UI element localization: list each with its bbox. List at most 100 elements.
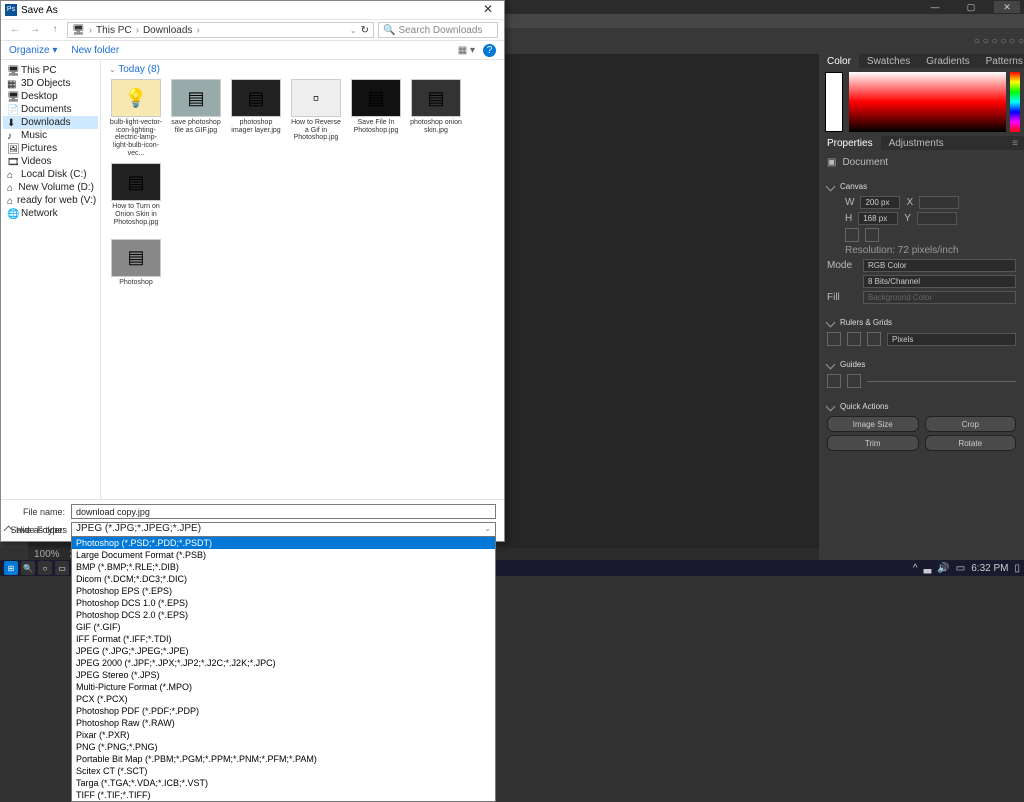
- tab-color[interactable]: Color: [819, 54, 859, 68]
- search-input[interactable]: 🔍Search Downloads: [378, 22, 498, 38]
- image-size-button[interactable]: Image Size: [827, 416, 919, 432]
- file-thumbnail[interactable]: 💡bulb-light-vector-icon-lighting-electri…: [109, 79, 163, 157]
- tray-network-icon[interactable]: ▃: [924, 563, 932, 574]
- file-group-header[interactable]: ⌄ Today (8): [109, 64, 496, 75]
- zoom-level[interactable]: 100%: [34, 549, 60, 560]
- taskbar-app-icon[interactable]: ⊞: [4, 561, 18, 575]
- type-option[interactable]: Photoshop EPS (*.EPS): [72, 585, 495, 597]
- bit-depth-select[interactable]: 8 Bits/Channel: [863, 275, 1016, 288]
- dialog-close-button[interactable]: ✕: [476, 2, 500, 18]
- type-option[interactable]: Portable Bit Map (*.PBM;*.PGM;*.PPM;*.PN…: [72, 753, 495, 765]
- guide-icon[interactable]: [847, 374, 861, 388]
- guides-section-header[interactable]: Guides: [827, 357, 1016, 371]
- tree-item[interactable]: 📄Documents: [3, 103, 98, 116]
- taskbar-app-icon[interactable]: ▭: [55, 561, 69, 575]
- type-option[interactable]: PNG (*.PNG;*.PNG): [72, 741, 495, 753]
- orientation-landscape-icon[interactable]: [865, 228, 879, 242]
- tree-item[interactable]: 🎞Videos: [3, 155, 98, 168]
- taskbar-app-icon[interactable]: 🔍: [21, 561, 35, 575]
- file-thumbnail[interactable]: ▤photoshop imager layer.jpg: [229, 79, 283, 157]
- file-thumbnail[interactable]: ▤Photoshop: [109, 239, 163, 287]
- grid-icon[interactable]: [847, 332, 861, 346]
- system-tray[interactable]: ^ ▃ 🔊 ▭ 6:32 PM ▯: [913, 563, 1020, 574]
- file-thumbnail[interactable]: ▤How to Turn on Onion Skin in Photoshop.…: [109, 163, 163, 226]
- file-thumbnail[interactable]: ▤photoshop onion skin.jpg: [409, 79, 463, 157]
- height-field[interactable]: 168 px: [858, 212, 898, 225]
- type-option[interactable]: BMP (*.BMP;*.RLE;*.DIB): [72, 561, 495, 573]
- tray-notifications-icon[interactable]: ▯: [1014, 563, 1020, 574]
- tab-gradients[interactable]: Gradients: [918, 54, 977, 68]
- hue-slider[interactable]: [1010, 72, 1020, 132]
- new-folder-button[interactable]: New folder: [71, 45, 119, 56]
- nav-up-icon[interactable]: ↑: [47, 22, 63, 38]
- breadcrumb-this-pc[interactable]: This PC: [96, 25, 132, 36]
- window-maximize[interactable]: ▢: [958, 1, 984, 13]
- tree-item[interactable]: ⬇Downloads: [3, 116, 98, 129]
- tray-volume-icon[interactable]: 🔊: [937, 563, 949, 574]
- tree-item[interactable]: ⌂New Volume (D:): [3, 181, 98, 194]
- type-option[interactable]: JPEG Stereo (*.JPS): [72, 669, 495, 681]
- organize-button[interactable]: Organize ▾: [9, 45, 57, 56]
- guide-icon[interactable]: [827, 374, 841, 388]
- tab-adjustments[interactable]: Adjustments: [881, 136, 952, 150]
- tray-clock[interactable]: 6:32 PM: [971, 563, 1008, 574]
- refresh-icon[interactable]: ↻: [361, 25, 369, 36]
- type-option[interactable]: PCX (*.PCX): [72, 693, 495, 705]
- tree-item[interactable]: ⌂ready for web (V:): [3, 194, 98, 207]
- tab-swatches[interactable]: Swatches: [859, 54, 918, 68]
- tab-patterns[interactable]: Patterns: [978, 54, 1024, 68]
- tree-item[interactable]: 🖥This PC: [3, 64, 98, 77]
- type-option[interactable]: Photoshop (*.PSD;*.PDD;*.PSDT): [72, 537, 495, 549]
- file-thumbnail[interactable]: ▤save photoshop file as GIF.jpg: [169, 79, 223, 157]
- filename-input[interactable]: [71, 504, 496, 519]
- canvas-section-header[interactable]: Canvas: [827, 179, 1016, 193]
- tray-lang-icon[interactable]: ▭: [956, 563, 965, 574]
- address-bar[interactable]: 🖥 › This PC › Downloads › ⌄ ↻: [67, 22, 374, 38]
- file-thumbnail[interactable]: ▤Save File In Photoshop.jpg: [349, 79, 403, 157]
- tree-item[interactable]: 🌐Network: [3, 207, 98, 220]
- tree-item[interactable]: ⌂Local Disk (C:): [3, 168, 98, 181]
- hide-folders-button[interactable]: Hide Folders: [5, 525, 67, 535]
- color-mode-select[interactable]: RGB Color: [863, 259, 1016, 272]
- rulers-section-header[interactable]: Rulers & Grids: [827, 315, 1016, 329]
- type-option[interactable]: IFF Format (*.IFF;*.TDI): [72, 633, 495, 645]
- type-option[interactable]: TIFF (*.TIF;*.TIFF): [72, 789, 495, 801]
- window-close[interactable]: ✕: [994, 1, 1020, 13]
- type-option[interactable]: Photoshop PDF (*.PDF;*.PDP): [72, 705, 495, 717]
- window-minimize[interactable]: —: [922, 1, 948, 13]
- tree-item[interactable]: 🖥Desktop: [3, 90, 98, 103]
- quick-actions-header[interactable]: Quick Actions: [827, 399, 1016, 413]
- rotate-button[interactable]: Rotate: [925, 435, 1017, 451]
- type-option[interactable]: Large Document Format (*.PSB): [72, 549, 495, 561]
- taskbar-app-icon[interactable]: ○: [38, 561, 52, 575]
- tree-item[interactable]: 🖼Pictures: [3, 142, 98, 155]
- address-dropdown-icon[interactable]: ⌄: [350, 26, 357, 35]
- type-option[interactable]: Pixar (*.PXR): [72, 729, 495, 741]
- orientation-portrait-icon[interactable]: [845, 228, 859, 242]
- type-option[interactable]: Dicom (*.DCM;*.DC3;*.DIC): [72, 573, 495, 585]
- type-option[interactable]: Photoshop DCS 1.0 (*.EPS): [72, 597, 495, 609]
- type-option[interactable]: Multi-Picture Format (*.MPO): [72, 681, 495, 693]
- help-icon[interactable]: ?: [483, 44, 496, 57]
- nav-back-icon[interactable]: ←: [7, 22, 23, 38]
- color-picker[interactable]: [849, 72, 1006, 132]
- type-option[interactable]: Scitex CT (*.SCT): [72, 765, 495, 777]
- breadcrumb-downloads[interactable]: Downloads: [143, 25, 192, 36]
- type-option[interactable]: GIF (*.GIF): [72, 621, 495, 633]
- color-swatch-icon[interactable]: [825, 72, 843, 132]
- nav-forward-icon[interactable]: →: [27, 22, 43, 38]
- saveastype-combobox[interactable]: JPEG (*.JPG;*.JPEG;*.JPE)⌄: [71, 522, 496, 537]
- file-thumbnail[interactable]: ▫How to Reverse a Gif in Photoshop.jpg: [289, 79, 343, 157]
- width-field[interactable]: 200 px: [860, 196, 900, 209]
- panel-menu-icon[interactable]: ≡: [1006, 138, 1024, 149]
- type-option[interactable]: Photoshop DCS 2.0 (*.EPS): [72, 609, 495, 621]
- crop-button[interactable]: Crop: [925, 416, 1017, 432]
- view-options-icon[interactable]: ▦ ▾: [458, 45, 475, 56]
- tree-item[interactable]: ♪Music: [3, 129, 98, 142]
- tab-properties[interactable]: Properties: [819, 136, 881, 150]
- type-option[interactable]: JPEG 2000 (*.JPF;*.JPX;*.JP2;*.J2C;*.J2K…: [72, 657, 495, 669]
- type-option[interactable]: Photoshop Raw (*.RAW): [72, 717, 495, 729]
- type-option[interactable]: JPEG (*.JPG;*.JPEG;*.JPE): [72, 645, 495, 657]
- ruler-icon[interactable]: [827, 332, 841, 346]
- tree-item[interactable]: ▦3D Objects: [3, 77, 98, 90]
